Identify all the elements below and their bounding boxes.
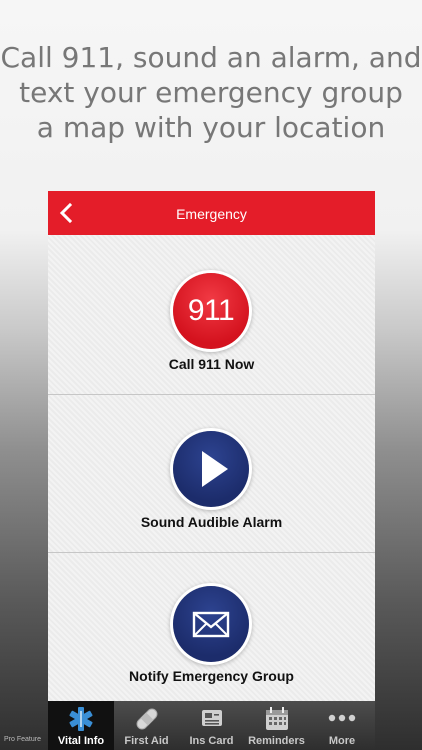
tab-ins-card[interactable]: Ins Card — [179, 701, 244, 750]
tab-vital-info[interactable]: Vital Info — [48, 701, 114, 750]
play-icon — [202, 451, 228, 487]
tab-label: More — [328, 735, 356, 747]
notify-section[interactable]: Notify Emergency Group — [48, 553, 375, 701]
back-button[interactable] — [56, 202, 78, 224]
medical-star-icon — [69, 707, 93, 731]
app-screen: Emergency 911 Call 911 Now Sound Audible… — [48, 191, 375, 750]
headline-line-3: a map with your location — [36, 111, 386, 144]
call-911-button[interactable]: 911 — [173, 273, 249, 349]
tab-label: Vital Info — [57, 735, 105, 747]
chevron-left-icon — [59, 202, 73, 224]
headline-line-1: Call 911, sound an alarm, and — [0, 41, 422, 74]
tab-more[interactable]: More — [309, 701, 375, 750]
notify-group-label: Notify Emergency Group — [129, 668, 294, 684]
bandage-icon — [136, 708, 157, 730]
tab-bar: Vital Info First Aid Ins Card Reminders … — [48, 701, 375, 750]
tab-label: Ins Card — [189, 735, 234, 747]
call-911-label: Call 911 Now — [168, 356, 255, 372]
card-icon — [201, 710, 222, 726]
more-dots-icon — [328, 714, 356, 722]
calendar-icon — [265, 707, 288, 730]
tab-label: Reminders — [248, 735, 305, 747]
nav-bar: Emergency — [48, 191, 375, 235]
notify-group-button[interactable] — [173, 586, 249, 662]
alarm-section[interactable]: Sound Audible Alarm — [48, 395, 375, 552]
911-icon: 911 — [187, 294, 235, 327]
nav-title: Emergency — [176, 206, 247, 222]
promo-headline: Call 911, sound an alarm, and text your … — [0, 40, 422, 145]
sound-alarm-label: Sound Audible Alarm — [140, 514, 283, 530]
call-911-section[interactable]: 911 Call 911 Now — [48, 235, 375, 394]
sound-alarm-button[interactable] — [173, 431, 249, 507]
tab-label: First Aid — [124, 735, 169, 747]
headline-line-2: text your emergency group — [19, 76, 403, 109]
envelope-icon — [192, 611, 230, 638]
tab-reminders[interactable]: Reminders — [244, 701, 309, 750]
tab-first-aid[interactable]: First Aid — [114, 701, 179, 750]
pro-feature-note: Pro Feature — [4, 736, 41, 743]
